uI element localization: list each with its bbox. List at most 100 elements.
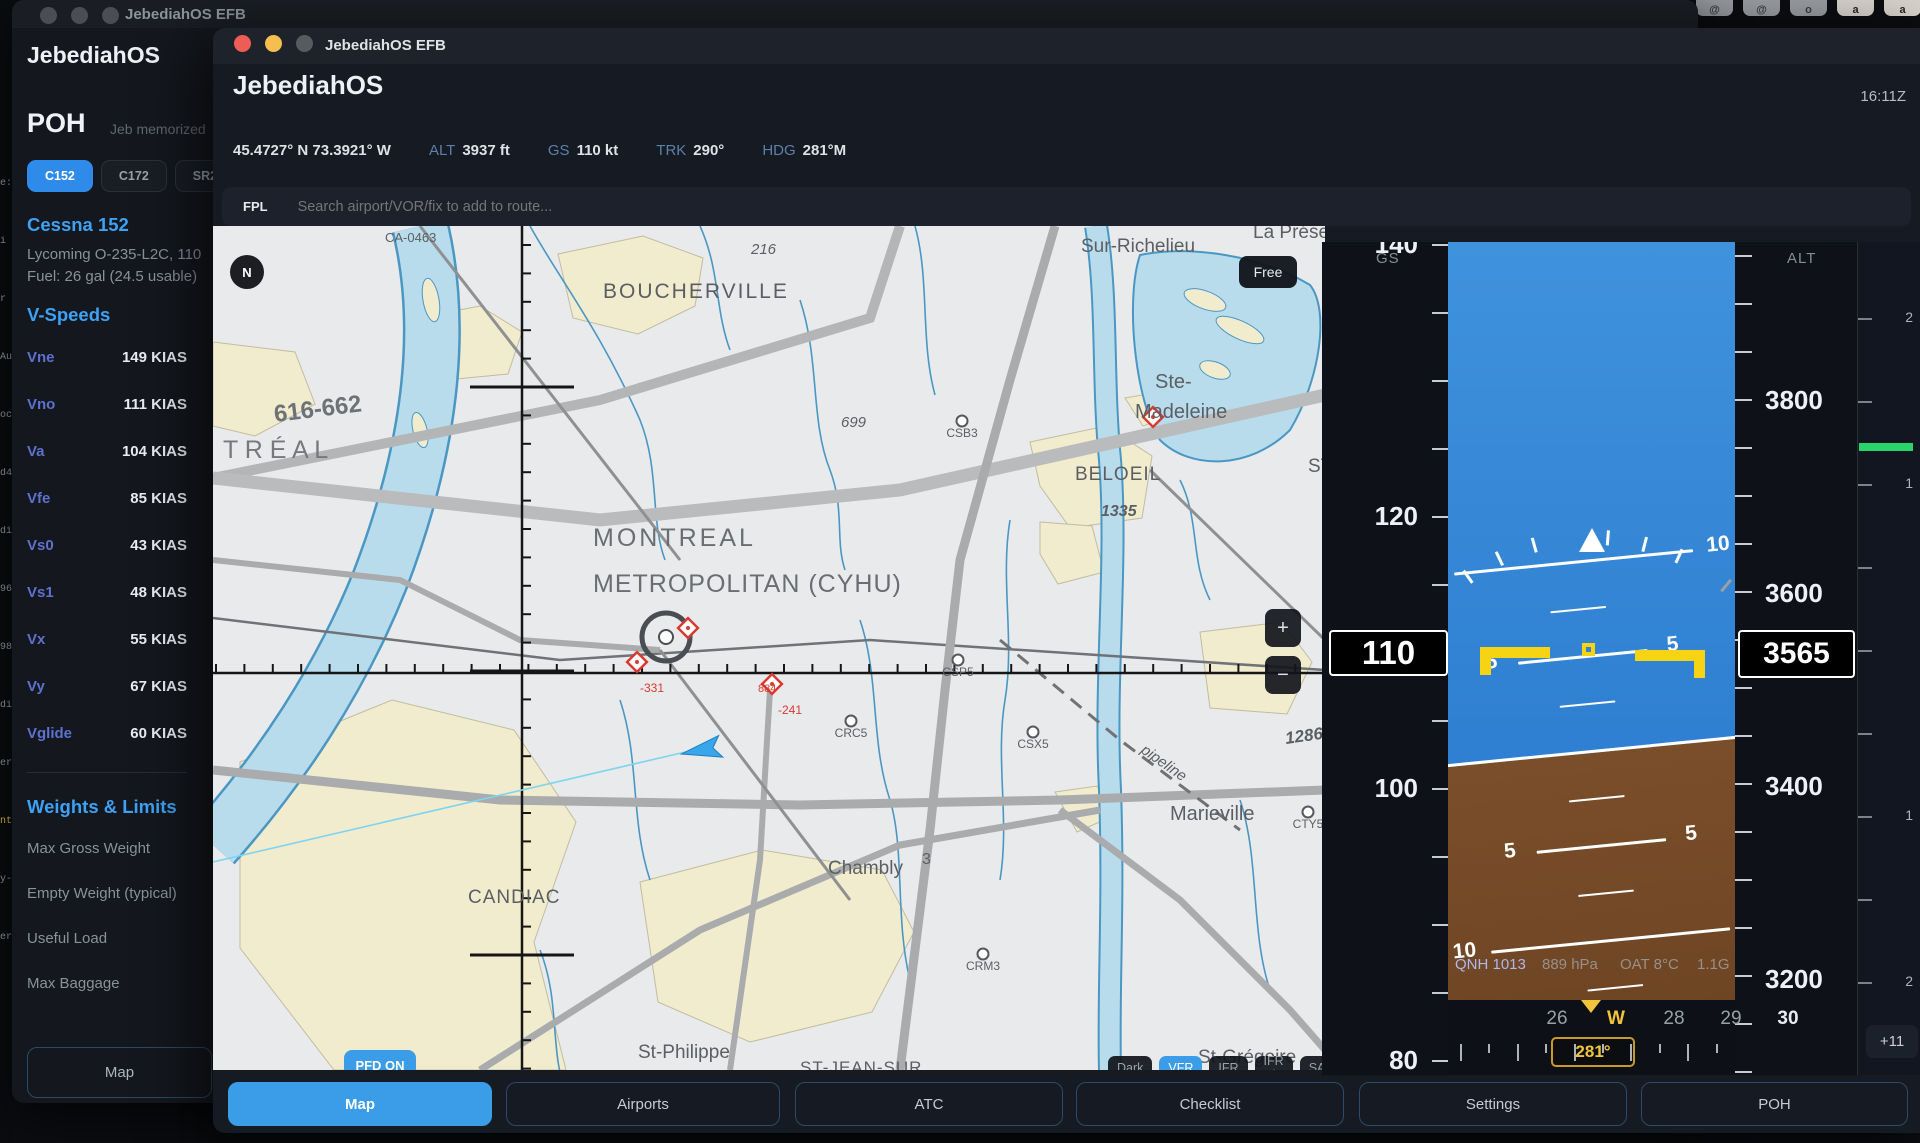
- minimize-icon[interactable]: [265, 35, 282, 52]
- map-label: Chambly: [828, 858, 903, 879]
- zoom-in-button[interactable]: +: [1265, 609, 1301, 647]
- nav-label: Airports: [617, 1096, 669, 1113]
- map-label: 1335: [1101, 503, 1138, 520]
- vspeed-value: 67 KIAS: [130, 678, 187, 695]
- app-icon[interactable]: a: [1884, 0, 1920, 16]
- map-label: -331: [640, 681, 664, 695]
- map-mode-free-button[interactable]: Free: [1239, 256, 1297, 288]
- free-label: Free: [1254, 264, 1283, 280]
- nav-atc[interactable]: ATC: [795, 1082, 1063, 1126]
- vspeed-label: Vno: [27, 396, 55, 413]
- app-icon[interactable]: o: [1790, 0, 1827, 16]
- map-style-vfr[interactable]: VFR: [1159, 1056, 1202, 1070]
- sidebar-divider: [27, 772, 187, 773]
- nav-label: ATC: [915, 1096, 944, 1113]
- speed-tape-number: 80: [1389, 1045, 1418, 1075]
- roll-scale-tick: [1720, 579, 1732, 592]
- altitude-tick: [1735, 351, 1752, 353]
- nav-settings[interactable]: Settings: [1359, 1082, 1627, 1126]
- map-style-dark[interactable]: Dark: [1108, 1056, 1152, 1070]
- vsi-tick: [1858, 484, 1872, 486]
- altitude-tick: [1735, 927, 1752, 929]
- map-style-ifr-hi[interactable]: IFR Hi: [1255, 1056, 1293, 1070]
- pitch-label: 5: [1668, 820, 1714, 848]
- aircraft-tab-c152[interactable]: C152: [27, 160, 93, 192]
- nav-poh[interactable]: POH: [1641, 1082, 1908, 1126]
- heading-tick: [1488, 1044, 1490, 1053]
- terminal-text-fragment: di: [0, 526, 12, 537]
- sidebar-map-button[interactable]: Map: [27, 1047, 212, 1098]
- map-label: BELOEIL: [1075, 464, 1161, 485]
- map-label: T R É A L: [223, 435, 328, 464]
- speed-value: 110: [1362, 634, 1415, 672]
- app-icon[interactable]: a: [1837, 0, 1874, 16]
- zoom-out-button[interactable]: −: [1265, 656, 1301, 694]
- altitude-tick: [1735, 783, 1752, 785]
- nav-checklist[interactable]: Checklist: [1076, 1082, 1344, 1126]
- map-label: CANDIAC: [468, 887, 561, 908]
- speed-tick: [1432, 584, 1448, 586]
- efb-window-titlebar[interactable]: JebediahOS EFB: [213, 28, 1920, 64]
- right-wing-flange: [1694, 650, 1705, 678]
- map-style-ifr[interactable]: IFR: [1209, 1056, 1247, 1070]
- terminal-text-fragment: e:: [0, 178, 12, 189]
- background-window-titlebar[interactable]: JebediahOS EFB: [12, 0, 1698, 28]
- speed-tick: [1432, 312, 1448, 314]
- pitch-label: 5: [1487, 837, 1533, 865]
- vsi-scale-label: 1: [1905, 475, 1913, 491]
- speed-tick: [1432, 380, 1448, 382]
- status-field-value: 3937 ft: [462, 142, 510, 159]
- map-style-switcher: DarkVFRIFRIFR HiSAT: [1108, 1056, 1325, 1070]
- heading-tick: [1630, 1044, 1632, 1061]
- roll-scale-tick: [1641, 537, 1648, 552]
- flight-status-row: 45.4727° N 73.3921° W ALT3937 ftGS110 kt…: [233, 142, 846, 159]
- window-zoom-icon[interactable]: [102, 7, 119, 24]
- heading-tick: [1687, 1044, 1689, 1061]
- nav-map[interactable]: Map: [228, 1082, 492, 1126]
- app-icon[interactable]: @: [1696, 0, 1733, 16]
- current-heading-readout: 281°: [1551, 1037, 1635, 1067]
- terminal-text-fragment: i: [0, 236, 12, 247]
- heading-tape-number: W: [1607, 1008, 1625, 1030]
- vspeed-value: 55 KIAS: [130, 631, 187, 648]
- fix-label: CTY5: [1293, 817, 1324, 831]
- terminal-text-fragment: 98: [0, 642, 12, 653]
- north-up-button[interactable]: N: [230, 255, 264, 289]
- route-search-input[interactable]: [296, 198, 1196, 216]
- app-icon[interactable]: @: [1743, 0, 1780, 16]
- vspeed-label: Vy: [27, 678, 45, 695]
- map-label: La Présentation: [1253, 226, 1325, 243]
- speed-tick: [1432, 992, 1448, 994]
- aircraft-name: Cessna 152: [27, 214, 129, 236]
- heading-tick: [1602, 1044, 1604, 1053]
- roll-scale-tick: [1531, 538, 1538, 553]
- sidebar-app-title: JebediahOS: [27, 42, 160, 69]
- terminal-text-fragment: oc: [0, 410, 12, 421]
- zoom-icon[interactable]: [296, 35, 313, 52]
- map-label: 216: [750, 241, 777, 258]
- current-altitude-readout: 3565: [1738, 630, 1855, 678]
- vfr-map[interactable]: CA-0463616-662BOUCHERVILLE216St-Charles-…: [213, 226, 1325, 1070]
- vsi-scale-label: 1: [1905, 807, 1913, 823]
- fpl-search-bar[interactable]: FPL: [222, 187, 1911, 226]
- fix-label: CRC5: [835, 726, 868, 740]
- aircraft-tabs: C152C172SR22: [27, 160, 242, 192]
- altitude-tick: [1735, 495, 1752, 497]
- altitude-tick: [1735, 447, 1752, 449]
- map-label: Madeleine: [1135, 401, 1227, 423]
- pfd-toggle-button[interactable]: PFD ON: [344, 1050, 416, 1070]
- nav-airports[interactable]: Airports: [506, 1082, 780, 1126]
- vsi-tick: [1858, 567, 1872, 569]
- close-icon[interactable]: [234, 35, 251, 52]
- vsi-tick: [1858, 318, 1872, 320]
- temp-offset-readout: +11: [1866, 1025, 1918, 1058]
- map-label: ST-JEAN-SUR: [800, 1058, 922, 1070]
- pitch-minor-line: [1578, 889, 1634, 896]
- current-speed-readout: 110: [1329, 630, 1448, 676]
- window-close-icon[interactable]: [40, 7, 57, 24]
- window-minimize-icon[interactable]: [71, 7, 88, 24]
- fix-label: CSP5: [942, 665, 974, 679]
- fix-label: CSX5: [1017, 737, 1049, 751]
- efb-window-title: JebediahOS EFB: [325, 37, 446, 54]
- aircraft-tab-c172[interactable]: C172: [101, 160, 167, 192]
